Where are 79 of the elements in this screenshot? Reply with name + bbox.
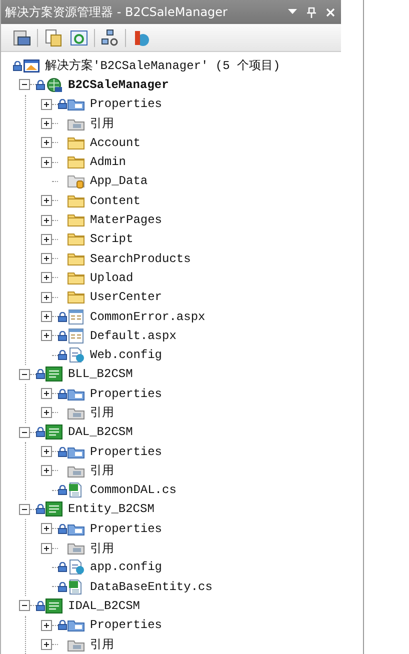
folder-icon xyxy=(67,134,85,151)
tree-item-label[interactable]: UserCenter xyxy=(90,290,162,304)
solution-icon xyxy=(22,58,40,74)
tree-item-label[interactable]: 引用 xyxy=(90,404,114,422)
tree-item-label[interactable]: CommonDAL.cs xyxy=(90,483,176,498)
dropdown-icon[interactable] xyxy=(288,9,297,15)
collapse-toggle[interactable] xyxy=(19,504,30,515)
window-title: 解决方案资源管理器 - B2CSaleManager xyxy=(5,4,228,20)
expand-toggle[interactable] xyxy=(41,330,52,342)
tree-item-label[interactable]: Upload xyxy=(90,270,134,285)
expand-toggle[interactable] xyxy=(41,620,52,631)
tree-item-label[interactable]: app.config xyxy=(90,560,162,574)
tree-item-label[interactable]: Script xyxy=(90,232,134,246)
tree-item-label[interactable]: DAL_B2CSM xyxy=(68,425,133,440)
folder-icon xyxy=(67,289,85,306)
tree-item-label[interactable]: SearchProducts xyxy=(90,252,191,266)
expand-toggle[interactable] xyxy=(41,446,52,458)
tree-item-label[interactable]: 引用 xyxy=(90,115,114,132)
tree-item-label[interactable]: 引用 xyxy=(90,636,114,654)
tree-item-label[interactable]: 解决方案'B2CSaleManager' (5 个项目) xyxy=(45,57,280,74)
expand-toggle[interactable] xyxy=(41,98,52,110)
tree-item-label[interactable]: DataBaseEntity.cs xyxy=(90,580,212,594)
tree-item-label[interactable]: Properties xyxy=(90,522,162,536)
data-folder-icon xyxy=(67,173,85,190)
tree-item-label[interactable]: Entity_B2CSM xyxy=(68,502,154,516)
web-page-icon xyxy=(67,308,85,324)
tree-item-label[interactable]: Web.config xyxy=(90,348,162,362)
expand-toggle[interactable] xyxy=(41,156,52,168)
folder-icon xyxy=(67,250,85,267)
tree-item-label[interactable]: Default.aspx xyxy=(90,328,176,343)
expand-toggle[interactable] xyxy=(41,407,52,418)
expand-toggle[interactable] xyxy=(41,272,52,284)
folder-icon xyxy=(67,212,85,228)
tree-item-label[interactable]: Properties xyxy=(90,97,162,112)
expand-toggle[interactable] xyxy=(41,639,52,650)
folder-icon xyxy=(67,231,85,248)
close-icon[interactable] xyxy=(326,8,335,16)
tree-item-label[interactable]: IDAL_B2CSM xyxy=(68,598,140,613)
collapse-toggle[interactable] xyxy=(19,600,30,612)
tree-item-label[interactable]: 引用 xyxy=(90,462,114,480)
expand-toggle[interactable] xyxy=(41,465,52,476)
globe-project-icon xyxy=(45,76,63,93)
csharp-project-icon xyxy=(45,366,63,382)
tree-item-label[interactable]: CommonError.aspx xyxy=(90,310,206,324)
expand-toggle[interactable] xyxy=(41,195,52,206)
expand-toggle[interactable] xyxy=(41,388,52,400)
expand-toggle[interactable] xyxy=(41,118,52,130)
expand-toggle[interactable] xyxy=(41,542,52,554)
expand-toggle[interactable] xyxy=(41,523,52,534)
folder-icon xyxy=(67,192,85,209)
tree-item-label[interactable]: App_Data xyxy=(90,174,148,188)
tree-item-label[interactable]: Content xyxy=(90,194,140,208)
expand-toggle[interactable] xyxy=(41,253,52,264)
collapse-toggle[interactable] xyxy=(19,368,30,380)
csharp-project-icon xyxy=(45,501,63,518)
csharp-project-icon xyxy=(45,424,63,440)
expand-toggle[interactable] xyxy=(41,292,52,303)
expand-toggle[interactable] xyxy=(41,214,52,226)
tree-item-label[interactable]: BLL_B2CSM xyxy=(68,367,133,382)
tree-item-label[interactable]: Admin xyxy=(90,155,126,170)
expand-toggle[interactable] xyxy=(41,311,52,322)
collapse-toggle[interactable] xyxy=(19,79,30,90)
collapse-toggle[interactable] xyxy=(19,426,30,438)
csharp-project-icon xyxy=(45,598,63,614)
tree-item-label[interactable]: Account xyxy=(90,136,140,150)
pin-icon[interactable] xyxy=(307,6,316,18)
tree-item-label[interactable]: MaterPages xyxy=(90,213,162,228)
tree-item-label[interactable]: B2CSaleManager xyxy=(68,78,169,92)
expand-toggle[interactable] xyxy=(41,137,52,148)
folder-icon xyxy=(67,154,85,170)
config-file-icon xyxy=(67,347,85,364)
tree-item-label[interactable]: Properties xyxy=(90,386,162,401)
web-page-icon xyxy=(67,328,85,344)
expand-toggle[interactable] xyxy=(41,234,52,245)
tree-item-label[interactable]: 引用 xyxy=(90,540,114,557)
tree-item-label[interactable]: Properties xyxy=(90,444,162,459)
tree-item-label[interactable]: Properties xyxy=(90,618,162,632)
folder-icon xyxy=(67,270,85,286)
config-file-icon xyxy=(67,559,85,576)
